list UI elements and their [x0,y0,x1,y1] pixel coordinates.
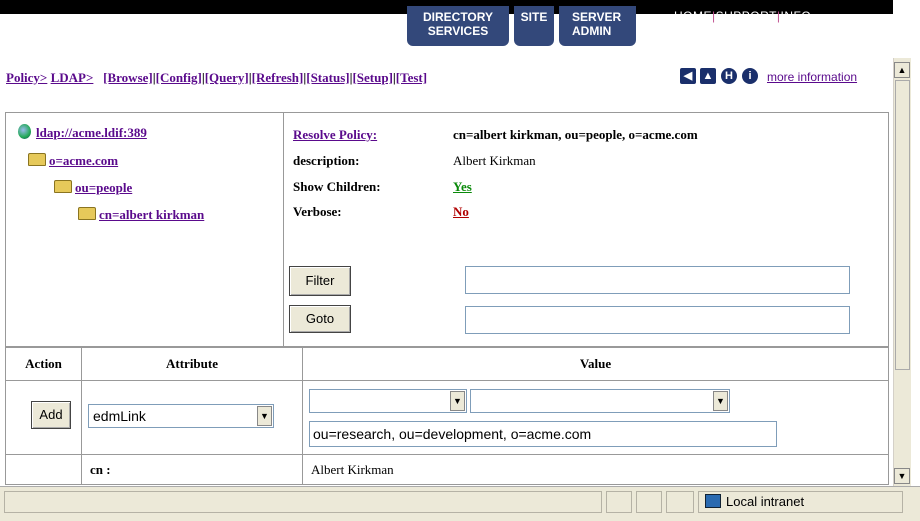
tab-label: SERVICES [427,24,489,38]
more-information-link[interactable]: more information [767,70,857,84]
column-header-value: Value [302,347,889,381]
attribute-cell: edmLink ▼ [81,380,303,455]
query-link[interactable]: [Query] [205,70,249,85]
tree-item-people[interactable]: ou=people [54,180,132,196]
vertical-scrollbar[interactable]: ▲ ▼ [893,58,911,486]
status-cell [606,491,632,513]
test-link[interactable]: [Test] [396,70,427,85]
table-row: Add edmLink ▼ ▼ ▼ ou=research, ou=develo… [5,380,889,455]
info-icon[interactable]: i [742,68,758,84]
table-header-row: Action Attribute Value [5,347,889,381]
browse-link[interactable]: [Browse] [103,70,153,85]
status-cell [666,491,694,513]
tab-label: SERVER [572,10,622,24]
tab-label: DIRECTORY [422,10,493,24]
home-link[interactable]: HOME [674,9,712,23]
goto-input[interactable] [465,306,850,334]
tab-label: SITE [520,10,548,24]
description-label: description: [293,153,360,168]
verbose-toggle[interactable]: No [453,204,469,220]
goto-button[interactable]: Goto [289,305,351,333]
scroll-down-icon[interactable]: ▼ [894,468,910,484]
setup-link[interactable]: [Setup] [352,70,392,85]
top-links: HOME|SUPPORT|INFO [674,9,812,23]
tree-item-label[interactable]: o=acme.com [49,153,118,168]
tab-site[interactable]: SITE [514,6,554,46]
value-select-1[interactable]: ▼ [309,389,467,413]
table-row: cn : Albert Kirkman [5,454,889,485]
security-zone: Local intranet [698,491,903,513]
show-children-toggle[interactable]: Yes [453,179,472,195]
folder-icon [78,207,96,220]
back-icon[interactable]: ◀ [680,68,696,84]
tree-item-albert[interactable]: cn=albert kirkman [78,207,204,223]
tree-item-label[interactable]: ou=people [75,180,132,195]
tab-server-admin[interactable]: SERVER ADMIN [559,6,636,46]
tab-label: ADMIN [572,24,612,38]
help-icon[interactable]: H [721,68,737,84]
folder-icon [28,153,46,166]
attribute-table: Action Attribute Value Add edmLink ▼ ▼ ▼… [5,347,889,485]
action-cell [5,454,82,485]
attribute-name: cn : [81,454,303,485]
up-icon[interactable]: ▲ [700,68,716,84]
status-text-cell [4,491,602,513]
globe-icon [18,124,31,139]
chevron-down-icon[interactable]: ▼ [450,391,465,411]
value-select-2[interactable]: ▼ [470,389,730,413]
action-cell: Add [5,380,82,455]
crumb-policy[interactable]: Policy> [6,70,47,85]
value-cell: ▼ ▼ ou=research, ou=development, o=acme.… [302,380,889,455]
value-input[interactable]: ou=research, ou=development, o=acme.com [309,421,777,447]
attribute-value: Albert Kirkman [302,454,889,485]
filter-input[interactable] [465,266,850,294]
filter-button[interactable]: Filter [289,266,351,296]
add-button[interactable]: Add [31,401,71,429]
scroll-up-icon[interactable]: ▲ [894,62,910,78]
chevron-down-icon[interactable]: ▼ [713,391,728,411]
config-link[interactable]: [Config] [156,70,202,85]
top-banner: DIRECTORY SERVICES SITE SERVER ADMIN HOM… [0,0,893,46]
tree-item-acme[interactable]: o=acme.com [28,153,118,169]
directory-tree: ldap://acme.ldif:389 o=acme.com ou=peopl… [6,113,284,346]
scroll-thumb[interactable] [895,80,910,370]
tree-root-label[interactable]: ldap://acme.ldif:389 [36,125,147,140]
tab-directory-services[interactable]: DIRECTORY SERVICES [407,6,509,46]
breadcrumb: Policy> LDAP> [Browse]|[Config]|[Query]|… [6,70,428,85]
description-value: Albert Kirkman [453,153,536,168]
folder-icon [54,180,72,193]
tree-root[interactable]: ldap://acme.ldif:389 [18,124,147,141]
show-children-label: Show Children: [293,179,381,194]
column-header-action: Action [5,347,82,381]
support-link[interactable]: SUPPORT [716,9,777,23]
status-link[interactable]: [Status] [306,70,349,85]
resolve-policy-value: cn=albert kirkman, ou=people, o=acme.com [453,127,698,142]
refresh-link[interactable]: [Refresh] [252,70,304,85]
chevron-down-icon[interactable]: ▼ [257,406,272,426]
attribute-select-value: edmLink [93,408,146,424]
verbose-label: Verbose: [293,204,342,219]
resolve-policy-link[interactable]: Resolve Policy: [293,127,377,143]
tree-item-label[interactable]: cn=albert kirkman [99,207,204,222]
security-zone-label: Local intranet [726,494,805,509]
column-header-attribute: Attribute [81,347,303,381]
status-bar: Local intranet [0,486,920,521]
info-link[interactable]: INFO [781,9,812,23]
attribute-select[interactable]: edmLink ▼ [88,404,274,428]
intranet-icon [705,494,721,508]
crumb-ldap[interactable]: LDAP> [51,70,94,85]
detail-panel: ldap://acme.ldif:389 o=acme.com ou=peopl… [5,112,889,347]
status-cell [636,491,662,513]
